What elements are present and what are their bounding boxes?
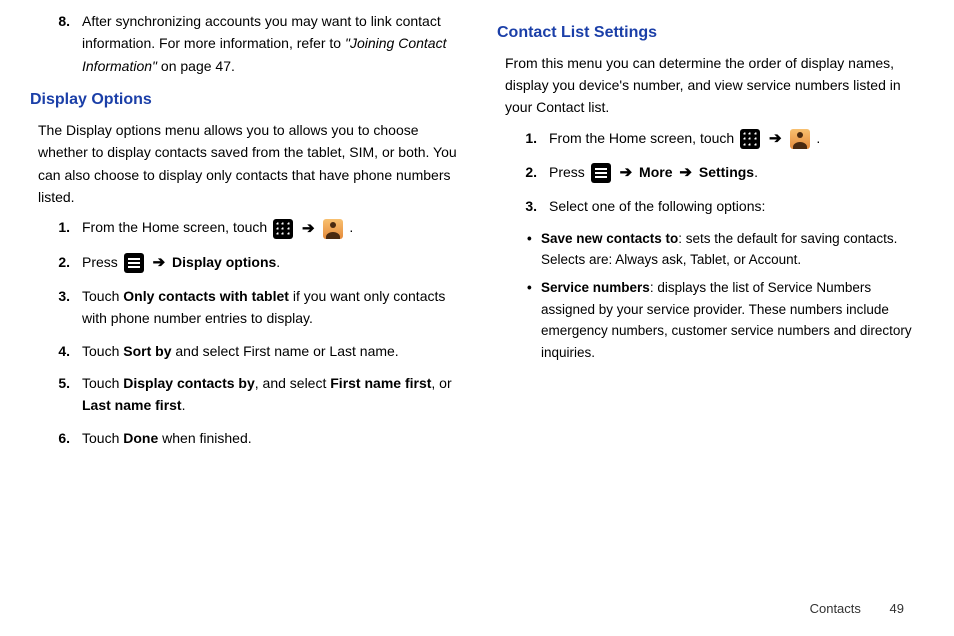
step-4: 4. Touch Sort by and select First name o…: [30, 340, 457, 362]
page-footer: Contacts 49: [810, 601, 904, 616]
section-heading-display-options: Display Options: [30, 87, 457, 113]
text: .: [182, 397, 186, 413]
text: Press: [549, 164, 589, 180]
step-number: 4.: [50, 340, 82, 362]
step-1: 1. From the Home screen, touch ➔ .: [497, 127, 924, 151]
step-body: Touch Display contacts by, and select Fi…: [82, 372, 457, 417]
text: .: [276, 254, 280, 270]
bullet-body: Service numbers: displays the list of Se…: [541, 277, 924, 363]
bold-text: Service numbers: [541, 280, 650, 295]
section-heading-contact-list-settings: Contact List Settings: [497, 20, 924, 46]
step-2: 2. Press ➔ Display options.: [30, 251, 457, 275]
step-6: 6. Touch Done when finished.: [30, 427, 457, 449]
step-2: 2. Press ➔ More ➔ Settings.: [497, 161, 924, 185]
text: and select First name or Last name.: [171, 343, 398, 359]
bold-text: Settings: [699, 164, 754, 180]
step-3: 3. Select one of the following options:: [497, 195, 924, 217]
apps-icon: [273, 219, 293, 239]
step-body: Select one of the following options:: [549, 195, 924, 217]
step-body: Press ➔ More ➔ Settings.: [549, 161, 924, 185]
bold-text: Display contacts by: [123, 375, 255, 391]
text: Touch: [82, 288, 123, 304]
bold-text: Display options: [172, 254, 276, 270]
step-number: 1.: [50, 216, 82, 240]
text: Touch: [82, 430, 123, 446]
step-number: 2.: [50, 251, 82, 275]
text: .: [349, 219, 353, 235]
text: Select one of the following options:: [549, 198, 765, 214]
text: Press: [82, 254, 122, 270]
intro-text: From this menu you can determine the ord…: [505, 52, 924, 119]
step-body: Press ➔ Display options.: [82, 251, 457, 275]
text: .: [754, 164, 758, 180]
bullet-marker: •: [527, 277, 541, 363]
bold-text: Sort by: [123, 343, 171, 359]
text: , and select: [255, 375, 331, 391]
menu-icon: [124, 253, 144, 273]
bold-text: More: [639, 164, 672, 180]
text: , or: [431, 375, 451, 391]
menu-icon: [591, 163, 611, 183]
text: .: [816, 130, 820, 146]
bold-text: Done: [123, 430, 158, 446]
bullet-marker: •: [527, 228, 541, 271]
step-number: 6.: [50, 427, 82, 449]
step-number: 8.: [50, 10, 82, 77]
right-column: Contact List Settings From this menu you…: [497, 10, 924, 459]
step-number: 5.: [50, 372, 82, 417]
step-8: 8. After synchronizing accounts you may …: [30, 10, 457, 77]
step-body: Touch Only contacts with tablet if you w…: [82, 285, 457, 330]
arrow-icon: ➔: [302, 220, 315, 237]
step-number: 3.: [517, 195, 549, 217]
apps-icon: [740, 129, 760, 149]
arrow-icon: ➔: [679, 164, 692, 181]
text: Touch: [82, 343, 123, 359]
bold-text: Save new contacts to: [541, 231, 678, 246]
step-body: After synchronizing accounts you may wan…: [82, 10, 457, 77]
step-1: 1. From the Home screen, touch ➔ .: [30, 216, 457, 240]
intro-text: The Display options menu allows you to a…: [38, 119, 457, 209]
text: on page 47.: [157, 58, 235, 74]
text: when finished.: [158, 430, 251, 446]
step-5: 5. Touch Display contacts by, and select…: [30, 372, 457, 417]
step-body: From the Home screen, touch ➔ .: [549, 127, 924, 151]
text: From the Home screen, touch: [82, 219, 271, 235]
step-number: 2.: [517, 161, 549, 185]
step-number: 3.: [50, 285, 82, 330]
text: Touch: [82, 375, 123, 391]
step-body: Touch Done when finished.: [82, 427, 457, 449]
page-number: 49: [890, 601, 904, 616]
arrow-icon: ➔: [153, 254, 166, 271]
footer-section: Contacts: [810, 601, 861, 616]
step-body: From the Home screen, touch ➔ .: [82, 216, 457, 240]
bullet-body: Save new contacts to: sets the default f…: [541, 228, 924, 271]
arrow-icon: ➔: [620, 164, 633, 181]
page-columns: 8. After synchronizing accounts you may …: [30, 10, 924, 459]
contacts-icon: [323, 219, 343, 239]
step-body: Touch Sort by and select First name or L…: [82, 340, 457, 362]
bullet-save-new-contacts: • Save new contacts to: sets the default…: [497, 228, 924, 271]
text: From the Home screen, touch: [549, 130, 738, 146]
arrow-icon: ➔: [769, 130, 782, 147]
bullet-service-numbers: • Service numbers: displays the list of …: [497, 277, 924, 363]
step-3: 3. Touch Only contacts with tablet if yo…: [30, 285, 457, 330]
bold-text: Only contacts with tablet: [123, 288, 289, 304]
bold-text: First name first: [330, 375, 431, 391]
step-number: 1.: [517, 127, 549, 151]
left-column: 8. After synchronizing accounts you may …: [30, 10, 457, 459]
contacts-icon: [790, 129, 810, 149]
bold-text: Last name first: [82, 397, 182, 413]
